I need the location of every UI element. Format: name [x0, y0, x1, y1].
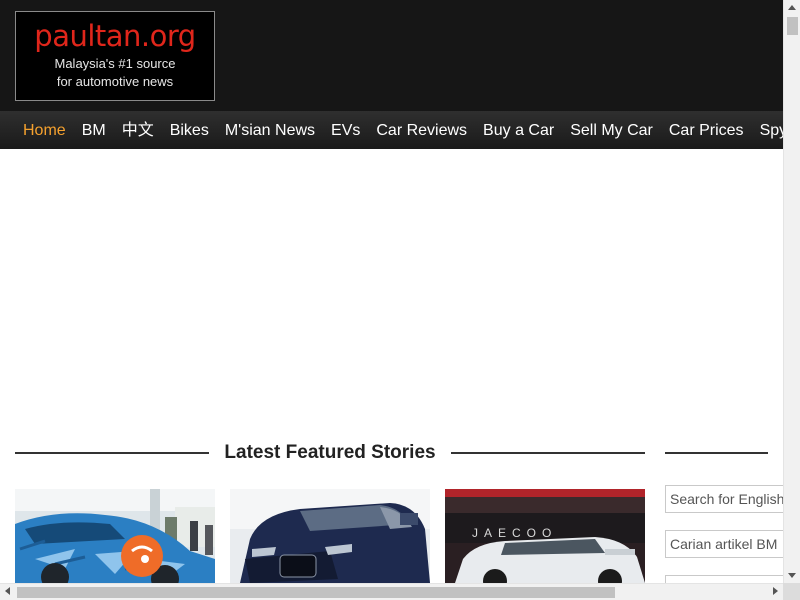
sidebar-rule — [665, 452, 768, 454]
section-rule-left — [15, 452, 209, 454]
nav-item-chinese[interactable]: 中文 — [114, 111, 162, 149]
nav-item-car-reviews[interactable]: Car Reviews — [368, 111, 475, 149]
logo-tagline-1: Malaysia's #1 source — [54, 56, 176, 71]
jaecoo-white-suv-launch-photo: JAECOO — [445, 489, 645, 583]
scrollbar-corner — [783, 583, 800, 600]
nav-item-buy-a-car[interactable]: Buy a Car — [475, 111, 562, 149]
smiley-icon — [121, 535, 163, 577]
search-english-input[interactable]: Search for English s — [665, 485, 795, 513]
nav-item-sell-my-car[interactable]: Sell My Car — [562, 111, 661, 149]
scroll-up-icon[interactable] — [788, 5, 796, 10]
nav-item-evs[interactable]: EVs — [323, 111, 368, 149]
logo-tagline-2: for automotive news — [56, 74, 174, 89]
featured-card-2[interactable] — [230, 489, 430, 583]
horizontal-scroll-thumb[interactable] — [17, 587, 615, 598]
featured-title: Latest Featured Stories — [224, 442, 436, 463]
nav-item-msian-news[interactable]: M'sian News — [217, 111, 323, 149]
search-bm-input[interactable]: Carian artikel BM — [665, 530, 795, 558]
featured-card-3[interactable]: JAECOO — [445, 489, 645, 583]
nav-item-spy[interactable]: Spy — [752, 111, 783, 149]
scroll-left-icon[interactable] — [5, 587, 10, 595]
ad-space — [0, 149, 783, 429]
dark-blue-jaguar-suv-photo — [230, 489, 430, 583]
nav-item-home[interactable]: Home — [0, 111, 74, 149]
vertical-scrollbar[interactable] — [783, 0, 800, 583]
featured-card-1[interactable] — [15, 489, 215, 583]
jaecoo-sign-text: JAECOO — [472, 526, 557, 540]
search-chinese-input[interactable] — [665, 575, 795, 583]
horizontal-scrollbar[interactable] — [0, 583, 783, 600]
scroll-right-icon[interactable] — [773, 587, 778, 595]
nav-item-bm[interactable]: BM — [74, 111, 114, 149]
main-nav: Home BM 中文 Bikes M'sian News EVs Car Reviews Bu… — [0, 111, 783, 149]
nav-item-bikes[interactable]: Bikes — [162, 111, 217, 149]
nav-item-car-prices[interactable]: Car Prices — [661, 111, 752, 149]
logo-name: paultan.org — [34, 19, 196, 53]
blue-camouflaged-suv-photo — [15, 489, 215, 583]
site-logo[interactable]: paultan.org Malaysia's #1 source for aut… — [15, 11, 215, 101]
section-rule-right — [451, 452, 645, 454]
site-header: paultan.org Malaysia's #1 source for aut… — [0, 0, 783, 111]
scroll-down-icon[interactable] — [788, 573, 796, 578]
vertical-scroll-thumb[interactable] — [787, 17, 798, 35]
